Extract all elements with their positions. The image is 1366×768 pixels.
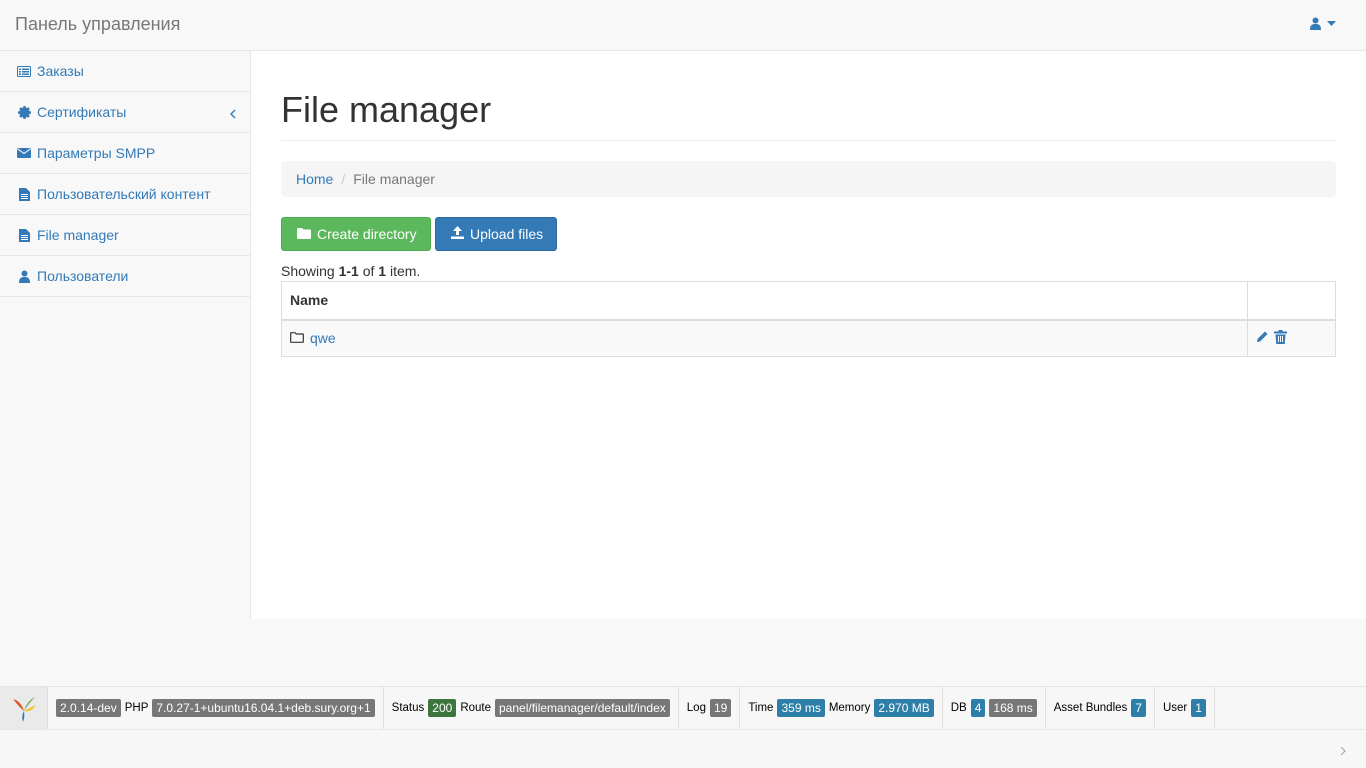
debug-block-db[interactable]: DB 4 168 ms [943,687,1046,729]
sidebar-item-label: Заказы [37,63,84,79]
breadcrumb-home-link[interactable]: Home [296,171,333,187]
debug-block-assets[interactable]: Asset Bundles 7 [1046,687,1155,729]
main-content: File manager Home / File manager Create … [251,51,1366,619]
chevron-left-icon[interactable] [230,106,236,122]
db-label: DB [950,702,967,714]
sidebar-item-user-content[interactable]: Пользовательский контент [0,174,250,215]
top-navbar: Панель управления [0,0,1366,51]
debug-toolbar-strip [0,729,1366,768]
time-badge: 359 ms [777,698,825,718]
breadcrumb-current: File manager [353,171,435,187]
create-directory-label: Create directory [317,226,417,242]
envelope-icon [17,146,31,160]
breadcrumb: Home / File manager [281,161,1336,197]
log-badge: 19 [709,698,732,718]
sidebar-item-certificates[interactable]: Сертификаты [0,92,250,133]
edit-pencil-icon[interactable] [1256,330,1269,346]
file-icon [17,228,31,242]
memory-label: Memory [828,702,871,714]
caret-down-icon [1327,21,1336,26]
name-cell: qwe [281,319,1248,357]
sidebar-item-users[interactable]: Пользователи [0,256,250,297]
assets-label: Asset Bundles [1053,702,1128,714]
debug-toolbar-row: 2.0.14-dev PHP 7.0.27-1+ubuntu16.04.1+de… [0,687,1215,729]
folder-icon [297,226,311,242]
file-grid: Name qwe [281,281,1336,357]
debug-toolbar: 2.0.14-dev PHP 7.0.27-1+ubuntu16.04.1+de… [0,686,1366,768]
create-directory-button[interactable]: Create directory [281,217,431,251]
upload-files-button[interactable]: Upload files [435,217,557,251]
folder-open-icon [290,330,304,346]
time-label: Time [748,702,774,714]
title-divider [281,140,1336,141]
sidebar: Заказы Сертификаты Параметры SMPP Пользо… [0,51,251,619]
table-header-row: Name [281,281,1336,321]
page-title: File manager [281,89,492,130]
certificate-icon [17,105,31,119]
delete-trash-icon[interactable] [1274,329,1287,347]
sidebar-item-label: Пользователи [37,268,129,284]
php-label: PHP [124,702,149,714]
column-header-actions [1247,281,1336,321]
sidebar-item-orders[interactable]: Заказы [0,51,250,92]
sidebar-item-label: File manager [37,227,119,243]
route-label: Route [460,702,491,714]
debug-block-profiling[interactable]: Time 359 ms Memory 2.970 MB [740,687,943,729]
php-version-label: 7.0.27-1+ubuntu16.04.1+deb.sury.org+1 [152,698,375,718]
debug-block-log[interactable]: Log 19 [679,687,741,729]
user-icon [17,269,31,283]
folder-link[interactable]: qwe [310,330,336,346]
breadcrumb-separator: / [341,171,346,187]
assets-badge: 7 [1131,698,1146,718]
status-badge: 200 [428,698,457,718]
yii-version-label: 2.0.14-dev [56,698,121,718]
table-row: qwe [281,319,1336,357]
actions-cell [1247,319,1336,357]
yii-logo-icon[interactable] [0,687,48,729]
debug-block-user[interactable]: User 1 [1155,687,1215,729]
user-badge: 1 [1191,698,1206,718]
memory-badge: 2.970 MB [874,698,934,718]
db-count-badge: 4 [970,698,986,718]
debug-block-version[interactable]: 2.0.14-dev PHP 7.0.27-1+ubuntu16.04.1+de… [48,687,384,729]
sidebar-item-file-manager[interactable]: File manager [0,215,250,256]
list-icon [17,64,31,78]
sidebar-item-label: Пользовательский контент [37,186,211,202]
db-time-badge: 168 ms [989,698,1037,718]
sidebar-item-label: Сертификаты [37,104,127,120]
route-badge: panel/filemanager/default/index [495,698,670,718]
grid-summary: Showing 1-1 of 1 item. [281,263,421,279]
user-icon [1310,17,1321,30]
debug-block-request[interactable]: Status 200 Route panel/filemanager/defau… [384,687,679,729]
status-label: Status [391,702,425,714]
log-label: Log [686,702,706,714]
upload-files-label: Upload files [470,226,544,242]
user-label: User [1162,702,1188,714]
sidebar-item-label: Параметры SMPP [37,145,156,161]
brand-link[interactable]: Панель управления [15,14,180,35]
sidebar-item-smpp[interactable]: Параметры SMPP [0,133,250,174]
chevron-right-icon[interactable] [1340,743,1346,759]
file-icon [17,187,31,201]
user-menu-toggle[interactable] [1310,17,1336,30]
column-header-name: Name [281,281,1248,321]
upload-icon [451,226,464,242]
